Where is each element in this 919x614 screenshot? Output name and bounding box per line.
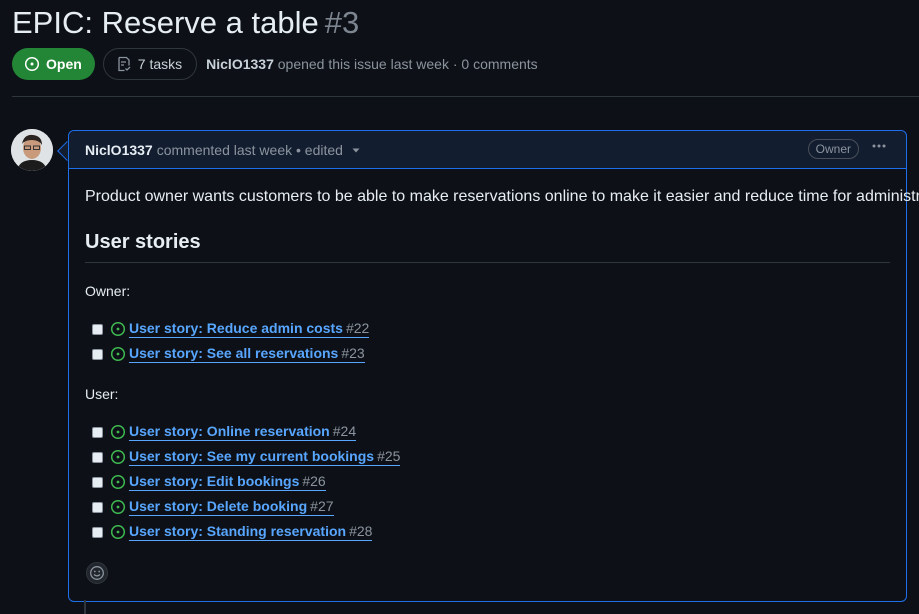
header-divider — [12, 96, 919, 97]
task-link-wrap[interactable]: User story: Edit bookings #26 — [129, 473, 326, 491]
issue-opened-icon — [110, 524, 126, 540]
task-link[interactable]: User story: See my current bookings — [129, 448, 374, 464]
task-item: User story: Online reservation #24 — [92, 422, 357, 442]
checklist-icon — [118, 56, 131, 72]
issue-meta-rest: opened this issue last week · 0 comments — [277, 56, 538, 72]
task-item: User story: Delete booking #27 — [92, 497, 334, 517]
issue-meta-row: Open 7 tasks NiclO1337 opened this issue… — [12, 48, 538, 80]
task-number[interactable]: #25 — [377, 448, 400, 464]
issue-number: #3 — [324, 5, 360, 40]
issue-opened-icon — [24, 56, 40, 72]
task-number[interactable]: #26 — [302, 473, 325, 489]
task-link-wrap[interactable]: User story: See my current bookings #25 — [129, 448, 401, 466]
comment-description: Product owner wants customers to be able… — [85, 188, 919, 205]
task-item: User story: See my current bookings #25 — [92, 447, 401, 467]
task-number[interactable]: #22 — [346, 320, 369, 336]
comment-meta: commented last week • edited — [156, 141, 343, 158]
comment-header: NiclO1337 commented last week • edited O… — [69, 131, 906, 169]
group-label-owner: Owner: — [85, 283, 131, 299]
comment-box: NiclO1337 commented last week • edited O… — [68, 130, 919, 602]
tasks-button[interactable]: 7 tasks — [102, 48, 198, 80]
task-link[interactable]: User story: Online reservation — [129, 423, 330, 439]
task-item: User story: Edit bookings #26 — [92, 472, 326, 492]
task-checkbox[interactable] — [92, 426, 103, 438]
avatar[interactable] — [11, 129, 53, 171]
issue-opened-icon — [110, 499, 126, 515]
issue-author-link[interactable]: NiclO1337 — [206, 56, 274, 72]
edited-history-dropdown[interactable] — [351, 142, 361, 158]
comment-author-link[interactable]: NiclO1337 — [85, 142, 153, 158]
task-number[interactable]: #24 — [333, 423, 356, 439]
kebab-horizontal-icon — [872, 144, 886, 148]
issue-opened-icon — [110, 449, 126, 465]
task-checkbox[interactable] — [92, 526, 103, 538]
task-link[interactable]: User story: Reduce admin costs — [129, 320, 343, 336]
task-link-wrap[interactable]: User story: Online reservation #24 — [129, 423, 357, 441]
task-link[interactable]: User story: Delete booking — [129, 498, 307, 514]
task-checkbox[interactable] — [92, 476, 103, 488]
task-checkbox[interactable] — [92, 451, 103, 463]
comment-options-button[interactable] — [871, 138, 887, 159]
task-number[interactable]: #27 — [310, 498, 333, 514]
tasks-label: 7 tasks — [137, 56, 183, 72]
user-avatar-image — [11, 129, 53, 171]
task-item: User story: Standing reservation #28 — [92, 522, 373, 542]
task-number[interactable]: #28 — [349, 523, 372, 539]
owner-badge: Owner — [807, 139, 859, 159]
task-checkbox[interactable] — [92, 501, 103, 513]
task-checkbox[interactable] — [92, 323, 103, 335]
timeline-line — [84, 600, 86, 614]
task-link[interactable]: User story: Edit bookings — [129, 473, 299, 489]
state-label: Open — [46, 56, 82, 72]
smiley-icon — [90, 566, 104, 580]
issue-opened-icon — [110, 321, 126, 337]
issue-title-row: EPIC: Reserve a table #3 — [12, 2, 359, 44]
issue-opened-icon — [110, 346, 126, 362]
user-stories-heading: User stories — [85, 231, 890, 263]
issue-opened-icon — [110, 474, 126, 490]
task-link-wrap[interactable]: User story: Reduce admin costs #22 — [129, 320, 370, 338]
task-checkbox[interactable] — [92, 348, 103, 360]
task-item: User story: See all reservations #23 — [92, 344, 365, 364]
triangle-down-icon — [352, 148, 360, 152]
task-number[interactable]: #23 — [341, 345, 364, 361]
task-link-wrap[interactable]: User story: Standing reservation #28 — [129, 523, 373, 541]
task-item: User story: Reduce admin costs #22 — [92, 319, 370, 339]
group-label-user: User: — [85, 386, 119, 402]
task-link-wrap[interactable]: User story: See all reservations #23 — [129, 345, 365, 363]
task-link[interactable]: User story: Standing reservation — [129, 523, 346, 539]
task-link[interactable]: User story: See all reservations — [129, 345, 338, 361]
add-reaction-button[interactable] — [86, 562, 108, 584]
open-state-badge: Open — [12, 48, 95, 80]
issue-title: EPIC: Reserve a table — [12, 5, 319, 40]
issue-opened-icon — [110, 424, 126, 440]
task-link-wrap[interactable]: User story: Delete booking #27 — [129, 498, 334, 516]
issue-meta-text: NiclO1337 opened this issue last week · … — [206, 56, 538, 72]
